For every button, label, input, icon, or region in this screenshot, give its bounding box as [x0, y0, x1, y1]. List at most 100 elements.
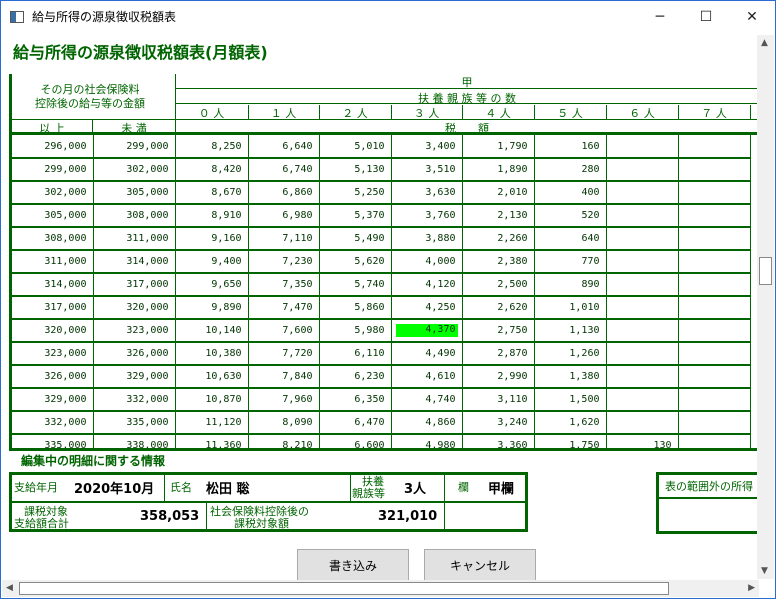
table-cell[interactable]: 4,980 — [391, 434, 463, 448]
table-cell[interactable]: 4,740 — [391, 388, 463, 411]
table-cell[interactable] — [606, 250, 679, 273]
table-cell[interactable]: 5,250 — [319, 181, 392, 204]
table-cell[interactable]: 332,000 — [12, 411, 94, 434]
table-cell[interactable]: 3,630 — [391, 181, 463, 204]
table-cell[interactable] — [606, 296, 679, 319]
table-cell[interactable]: 6,600 — [319, 434, 392, 448]
table-cell[interactable]: 1,500 — [534, 388, 607, 411]
table-cell[interactable]: 6,640 — [248, 135, 320, 158]
table-row[interactable]: 308,000 311,000 9,160 7,110 5,490 3,880 2,260 6… — [12, 227, 751, 250]
table-cell[interactable]: 5,370 — [319, 204, 392, 227]
table-row[interactable]: 299,000 302,000 8,420 6,740 5,130 3,510 1,890 2… — [12, 158, 751, 181]
table-cell[interactable]: 2,990 — [462, 365, 535, 388]
table-cell[interactable]: 5,490 — [319, 227, 392, 250]
table-cell[interactable]: 1,750 — [534, 434, 607, 448]
table-cell[interactable]: 299,000 — [12, 158, 94, 181]
table-cell[interactable]: 8,210 — [248, 434, 320, 448]
table-cell[interactable] — [678, 227, 751, 250]
table-cell[interactable]: 335,000 — [12, 434, 94, 448]
table-cell[interactable] — [678, 342, 751, 365]
table-cell[interactable]: 6,350 — [319, 388, 392, 411]
table-cell[interactable]: 8,250 — [175, 135, 249, 158]
table-cell[interactable]: 10,380 — [175, 342, 249, 365]
table-cell[interactable]: 3,400 — [391, 135, 463, 158]
table-cell[interactable]: 3,880 — [391, 227, 463, 250]
table-cell[interactable]: 323,000 — [12, 342, 94, 365]
table-cell[interactable]: 8,670 — [175, 181, 249, 204]
table-cell[interactable] — [606, 181, 679, 204]
table-cell[interactable]: 299,000 — [93, 135, 176, 158]
table-cell[interactable] — [678, 411, 751, 434]
table-cell[interactable]: 3,760 — [391, 204, 463, 227]
table-row[interactable]: 332,000 335,000 11,120 8,090 6,470 4,860 3,240… — [12, 411, 751, 434]
table-cell[interactable]: 305,000 — [12, 204, 94, 227]
table-cell[interactable]: 5,740 — [319, 273, 392, 296]
table-row[interactable]: 311,000 314,000 9,400 7,230 5,620 4,000 2,380 7… — [12, 250, 751, 273]
table-cell[interactable]: 308,000 — [12, 227, 94, 250]
table-cell[interactable] — [678, 434, 751, 448]
maximize-button[interactable]: ☐ — [683, 1, 729, 32]
scroll-left-icon[interactable]: ◀ — [6, 583, 13, 593]
table-cell[interactable] — [678, 388, 751, 411]
table-cell[interactable] — [606, 319, 679, 342]
table-row[interactable]: 317,000 320,000 9,890 7,470 5,860 4,250 2,620 1… — [12, 296, 751, 319]
table-row[interactable]: 326,000 329,000 10,630 7,840 6,230 4,610 2,990… — [12, 365, 751, 388]
table-cell[interactable]: 2,620 — [462, 296, 535, 319]
table-cell[interactable]: 329,000 — [12, 388, 94, 411]
table-cell[interactable]: 7,110 — [248, 227, 320, 250]
table-cell[interactable]: 7,600 — [248, 319, 320, 342]
table-cell[interactable]: 890 — [534, 273, 607, 296]
table-cell[interactable]: 7,350 — [248, 273, 320, 296]
table-cell[interactable] — [606, 388, 679, 411]
table-cell[interactable]: 2,500 — [462, 273, 535, 296]
table-cell[interactable]: 1,260 — [534, 342, 607, 365]
table-cell[interactable]: 770 — [534, 250, 607, 273]
table-cell[interactable]: 6,470 — [319, 411, 392, 434]
table-cell[interactable]: 5,860 — [319, 296, 392, 319]
table-cell[interactable] — [678, 296, 751, 319]
table-cell[interactable]: 296,000 — [12, 135, 94, 158]
table-cell[interactable]: 11,120 — [175, 411, 249, 434]
table-cell[interactable]: 3,110 — [462, 388, 535, 411]
table-cell[interactable]: 1,380 — [534, 365, 607, 388]
table-cell[interactable] — [678, 158, 751, 181]
table-cell[interactable]: 4,250 — [391, 296, 463, 319]
table-cell[interactable]: 4,000 — [391, 250, 463, 273]
table-cell[interactable]: 332,000 — [93, 388, 176, 411]
table-cell[interactable]: 4,860 — [391, 411, 463, 434]
table-row[interactable]: 335,000 338,000 11,360 8,210 6,600 4,980 3,360… — [12, 434, 751, 448]
table-cell[interactable] — [678, 365, 751, 388]
table-cell[interactable] — [606, 411, 679, 434]
table-row[interactable]: 314,000 317,000 9,650 7,350 5,740 4,120 2,500 8… — [12, 273, 751, 296]
table-row[interactable]: 320,000 323,000 10,140 7,600 5,980 4,370 2,750… — [12, 319, 751, 342]
table-cell[interactable]: 1,620 — [534, 411, 607, 434]
table-cell[interactable]: 9,650 — [175, 273, 249, 296]
table-cell[interactable] — [678, 135, 751, 158]
table-cell[interactable]: 338,000 — [93, 434, 176, 448]
table-cell[interactable]: 3,240 — [462, 411, 535, 434]
table-cell[interactable]: 2,260 — [462, 227, 535, 250]
table-cell[interactable]: 311,000 — [93, 227, 176, 250]
scroll-down-icon[interactable]: ▼ — [761, 566, 768, 576]
table-cell[interactable]: 320,000 — [93, 296, 176, 319]
table-cell[interactable]: 4,120 — [391, 273, 463, 296]
table-cell[interactable] — [606, 204, 679, 227]
horizontal-scroll-thumb[interactable] — [19, 582, 669, 595]
table-cell[interactable]: 10,870 — [175, 388, 249, 411]
table-cell[interactable]: 314,000 — [12, 273, 94, 296]
table-cell[interactable] — [678, 250, 751, 273]
close-button[interactable]: ✕ — [729, 1, 775, 32]
table-cell[interactable]: 2,750 — [462, 319, 535, 342]
table-cell[interactable]: 9,890 — [175, 296, 249, 319]
table-cell[interactable]: 305,000 — [93, 181, 176, 204]
table-cell[interactable]: 6,230 — [319, 365, 392, 388]
table-cell[interactable]: 7,230 — [248, 250, 320, 273]
scroll-up-icon[interactable]: ▲ — [761, 38, 768, 48]
table-cell[interactable]: 5,980 — [319, 319, 392, 342]
table-cell[interactable]: 5,130 — [319, 158, 392, 181]
table-cell[interactable] — [606, 135, 679, 158]
table-cell[interactable]: 335,000 — [93, 411, 176, 434]
table-cell[interactable]: 4,610 — [391, 365, 463, 388]
table-cell[interactable]: 1,790 — [462, 135, 535, 158]
table-cell[interactable]: 5,010 — [319, 135, 392, 158]
